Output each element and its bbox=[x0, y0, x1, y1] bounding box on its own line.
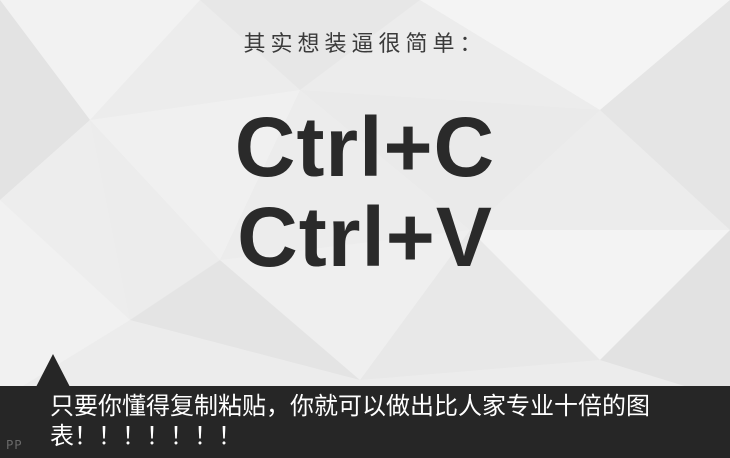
caption-text: 只要你懂得复制粘贴，你就可以做出比人家专业十倍的图表！！！！！！！ bbox=[50, 392, 650, 450]
shortcut-paste: Ctrl+V bbox=[237, 190, 493, 284]
slide-subtitle: 其实想装逼很简单： bbox=[243, 32, 487, 57]
watermark: PP bbox=[6, 438, 23, 452]
slide: 其实想装逼很简单： Ctrl+C Ctrl+V 只要你懂得复制粘贴，你就可以做出… bbox=[0, 0, 730, 458]
caption-pointer bbox=[36, 354, 70, 387]
shortcut-copy: Ctrl+C bbox=[234, 100, 496, 194]
